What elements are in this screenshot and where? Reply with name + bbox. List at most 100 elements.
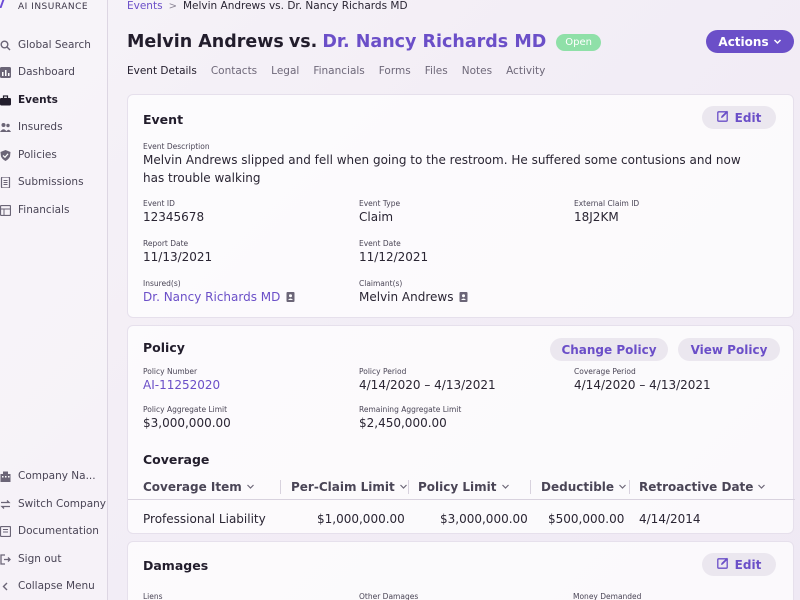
column-label: Deductible bbox=[541, 480, 615, 494]
sidebar-item-financials[interactable]: Financials bbox=[0, 202, 69, 218]
switch-arrows-icon bbox=[0, 499, 11, 510]
coverage-period-label: Coverage Period bbox=[574, 367, 636, 376]
ledger-icon bbox=[0, 204, 11, 216]
column-deductible[interactable]: Deductible bbox=[541, 474, 627, 500]
tab-contacts[interactable]: Contacts bbox=[211, 65, 257, 77]
chevron-down-icon bbox=[501, 480, 510, 494]
tab-legal[interactable]: Legal bbox=[271, 65, 299, 77]
policy-number-label: Policy Number bbox=[143, 367, 198, 376]
cell-per-claim-limit: $1,000,000.00 bbox=[317, 512, 405, 526]
coverage-table-header: Coverage Item Per-Claim Limit Policy Lim… bbox=[128, 474, 795, 500]
contact-card-icon[interactable] bbox=[286, 292, 295, 302]
column-label: Retroactive Date bbox=[639, 480, 754, 494]
sidebar-item-dashboard[interactable]: Dashboard bbox=[0, 64, 75, 80]
change-policy-button[interactable]: Change Policy bbox=[550, 338, 668, 361]
edit-icon bbox=[716, 557, 729, 572]
claimants-label: Claimant(s) bbox=[359, 279, 403, 288]
sidebar-item-policies[interactable]: Policies bbox=[0, 147, 57, 163]
event-type-label: Event Type bbox=[359, 199, 401, 208]
sidebar-item-label: Global Search bbox=[18, 39, 91, 51]
sidebar-item-global-search[interactable]: Global Search bbox=[0, 37, 91, 53]
policy-card: Policy Change Policy View Policy Policy … bbox=[127, 325, 795, 534]
actions-button[interactable]: Actions bbox=[706, 30, 794, 53]
tab-financials[interactable]: Financials bbox=[313, 65, 364, 77]
money-demanded-label: Money Demanded bbox=[573, 592, 642, 600]
event-description-label: Event Description bbox=[143, 142, 210, 151]
book-icon bbox=[0, 525, 11, 537]
column-divider bbox=[408, 480, 409, 494]
column-label: Per-Claim Limit bbox=[291, 480, 395, 494]
column-divider bbox=[629, 480, 630, 494]
insured-link[interactable]: Dr. Nancy Richards MD bbox=[143, 290, 295, 304]
column-label: Coverage Item bbox=[143, 480, 242, 494]
users-icon bbox=[0, 122, 11, 133]
cell-policy-limit: $3,000,000.00 bbox=[440, 512, 528, 526]
sidebar-item-label: Dashboard bbox=[18, 66, 75, 78]
sidebar-item-label: Submissions bbox=[18, 176, 84, 188]
policy-number-link[interactable]: AI-11252020 bbox=[143, 378, 220, 392]
report-date-label: Report Date bbox=[143, 239, 189, 248]
sidebar-item-label: Company Na... bbox=[18, 470, 96, 482]
policy-period-value: 4/14/2020 – 4/13/2021 bbox=[359, 378, 496, 392]
chevron-down-icon bbox=[757, 480, 766, 494]
contact-card-icon[interactable] bbox=[459, 292, 468, 302]
tab-activity[interactable]: Activity bbox=[506, 65, 545, 77]
column-coverage-item[interactable]: Coverage Item bbox=[143, 474, 255, 500]
claimant-name: Melvin Andrews bbox=[359, 290, 454, 304]
chevron-down-icon bbox=[773, 35, 782, 49]
insured-name: Dr. Nancy Richards MD bbox=[143, 290, 281, 304]
view-policy-button[interactable]: View Policy bbox=[678, 338, 780, 361]
column-policy-limit[interactable]: Policy Limit bbox=[418, 474, 510, 500]
sidebar-item-insureds[interactable]: Insureds bbox=[0, 119, 63, 135]
policy-card-title: Policy bbox=[143, 340, 185, 355]
title-vs: vs. bbox=[288, 32, 318, 52]
event-id-value: 12345678 bbox=[143, 210, 205, 224]
aggregate-limit-label: Policy Aggregate Limit bbox=[143, 405, 228, 414]
status-badge: Open bbox=[556, 33, 601, 51]
column-retroactive-date[interactable]: Retroactive Date bbox=[639, 474, 766, 500]
app-logo[interactable]: AI INSURANCE bbox=[0, 0, 88, 14]
sidebar-item-collapse-menu[interactable]: Collapse Menu bbox=[0, 578, 95, 594]
tab-notes[interactable]: Notes bbox=[462, 65, 492, 77]
event-type-value: Claim bbox=[359, 210, 394, 224]
sidebar-item-sign-out[interactable]: Sign out bbox=[0, 551, 61, 567]
logo-text: AI INSURANCE bbox=[18, 2, 89, 12]
other-damages-label: Other Damages bbox=[359, 592, 419, 600]
edit-label: Edit bbox=[734, 557, 762, 572]
title-insured-link[interactable]: Dr. Nancy Richards MD bbox=[322, 32, 546, 52]
tab-files[interactable]: Files bbox=[425, 65, 448, 77]
chevron-down-icon bbox=[618, 480, 627, 494]
damages-edit-button[interactable]: Edit bbox=[702, 553, 776, 576]
edit-label: Edit bbox=[734, 110, 762, 125]
cell-coverage-item: Professional Liability bbox=[143, 512, 266, 526]
title-claimant: Melvin Andrews bbox=[127, 32, 284, 52]
tab-event-details[interactable]: Event Details bbox=[127, 65, 197, 77]
event-description: Melvin Andrews slipped and fell when goi… bbox=[143, 153, 741, 185]
table-row[interactable]: Professional Liability $1,000,000.00 $3,… bbox=[128, 505, 795, 533]
remaining-limit-value: $2,450,000.00 bbox=[359, 416, 447, 430]
sidebar-item-documentation[interactable]: Documentation bbox=[0, 523, 99, 539]
building-icon bbox=[0, 471, 11, 482]
actions-label: Actions bbox=[718, 34, 769, 49]
remaining-limit-label: Remaining Aggregate Limit bbox=[359, 405, 462, 414]
document-icon bbox=[0, 176, 11, 188]
column-per-claim-limit[interactable]: Per-Claim Limit bbox=[291, 474, 408, 500]
chevron-down-icon bbox=[246, 480, 255, 494]
sidebar-item-label: Insureds bbox=[18, 121, 63, 133]
breadcrumb-link-events[interactable]: Events bbox=[127, 0, 163, 12]
event-date-label: Event Date bbox=[359, 239, 401, 248]
cell-retroactive-date: 4/14/2014 bbox=[639, 512, 701, 526]
event-edit-button[interactable]: Edit bbox=[702, 106, 776, 129]
event-id-label: Event ID bbox=[143, 199, 175, 208]
liens-label: Liens bbox=[143, 592, 163, 600]
event-card: Event Edit Event Description Melvin Andr… bbox=[127, 94, 794, 318]
external-claim-id-label: External Claim ID bbox=[574, 199, 640, 208]
sidebar-item-events[interactable]: Events bbox=[0, 92, 58, 108]
sidebar-item-switch-company[interactable]: Switch Company bbox=[0, 496, 106, 512]
breadcrumb-separator: > bbox=[168, 0, 177, 12]
tab-forms[interactable]: Forms bbox=[379, 65, 411, 77]
sidebar-item-company[interactable]: Company Na... bbox=[0, 468, 96, 484]
event-date-value: 11/12/2021 bbox=[359, 250, 429, 264]
sidebar-item-submissions[interactable]: Submissions bbox=[0, 174, 84, 190]
sidebar-item-label: Policies bbox=[18, 149, 57, 161]
